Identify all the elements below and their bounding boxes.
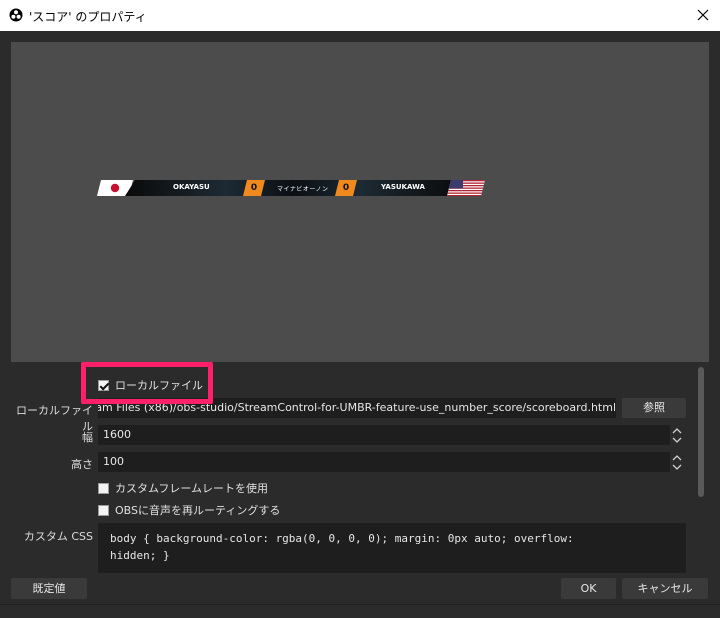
scrollbar-thumb[interactable] [698, 367, 704, 497]
height-label: 高さ [71, 458, 93, 471]
ok-button[interactable]: OK [561, 578, 616, 599]
divider [0, 604, 720, 605]
window-title: 'スコア' のプロパティ [29, 10, 147, 24]
css-line-2: hidden; } [110, 549, 170, 562]
usa-flag-icon [447, 180, 485, 196]
height-spinner[interactable] [670, 452, 684, 472]
custom-fps-label: カスタムフレームレートを使用 [115, 482, 269, 495]
obs-logo-icon [9, 8, 23, 22]
title-bar: 'スコア' のプロパティ [0, 0, 720, 31]
custom-fps-checkbox[interactable]: カスタムフレームレートを使用 [98, 480, 268, 496]
css-line-1: body { background-color: rgba(0, 0, 0, 0… [110, 532, 574, 545]
source-preview: OKAYASU 0 マイナビオーノン 0 YASUKAWA [11, 42, 709, 362]
reroute-audio-checkbox[interactable]: OBSに音声を再ルーティングする [98, 502, 280, 518]
height-input[interactable]: 100 [98, 452, 670, 472]
scoreboard: OKAYASU 0 マイナビオーノン 0 YASUKAWA [97, 180, 485, 196]
spin-up-icon[interactable] [670, 425, 684, 435]
custom-css-editor[interactable]: body { background-color: rgba(0, 0, 0, 0… [98, 523, 686, 573]
round-label: マイナビオーノン [277, 186, 329, 193]
spin-down-icon[interactable] [670, 462, 684, 472]
width-spinner[interactable] [670, 425, 684, 445]
close-button[interactable] [686, 2, 720, 28]
player1-name: OKAYASU [173, 183, 210, 191]
cancel-button[interactable]: キャンセル [622, 578, 708, 599]
highlight-annotation [81, 362, 213, 404]
spin-down-icon[interactable] [670, 435, 684, 445]
defaults-button[interactable]: 既定値 [11, 578, 87, 599]
player2-name: YASUKAWA [381, 183, 425, 191]
custom-css-label: カスタム CSS [23, 530, 93, 543]
reroute-audio-label: OBSに音声を再ルーティングする [115, 504, 281, 517]
properties-dialog: OKAYASU 0 マイナビオーノン 0 YASUKAWA ローカルファイル ロ… [0, 31, 720, 618]
spin-up-icon[interactable] [670, 452, 684, 462]
width-input[interactable]: 1600 [98, 425, 670, 445]
browse-button[interactable]: 参照 [622, 398, 686, 418]
checkbox-unchecked-icon[interactable] [98, 482, 109, 494]
checkbox-unchecked-icon[interactable] [98, 504, 109, 516]
properties-scrollbar[interactable] [696, 367, 706, 567]
close-icon [697, 9, 709, 21]
width-label: 幅 [82, 431, 93, 444]
